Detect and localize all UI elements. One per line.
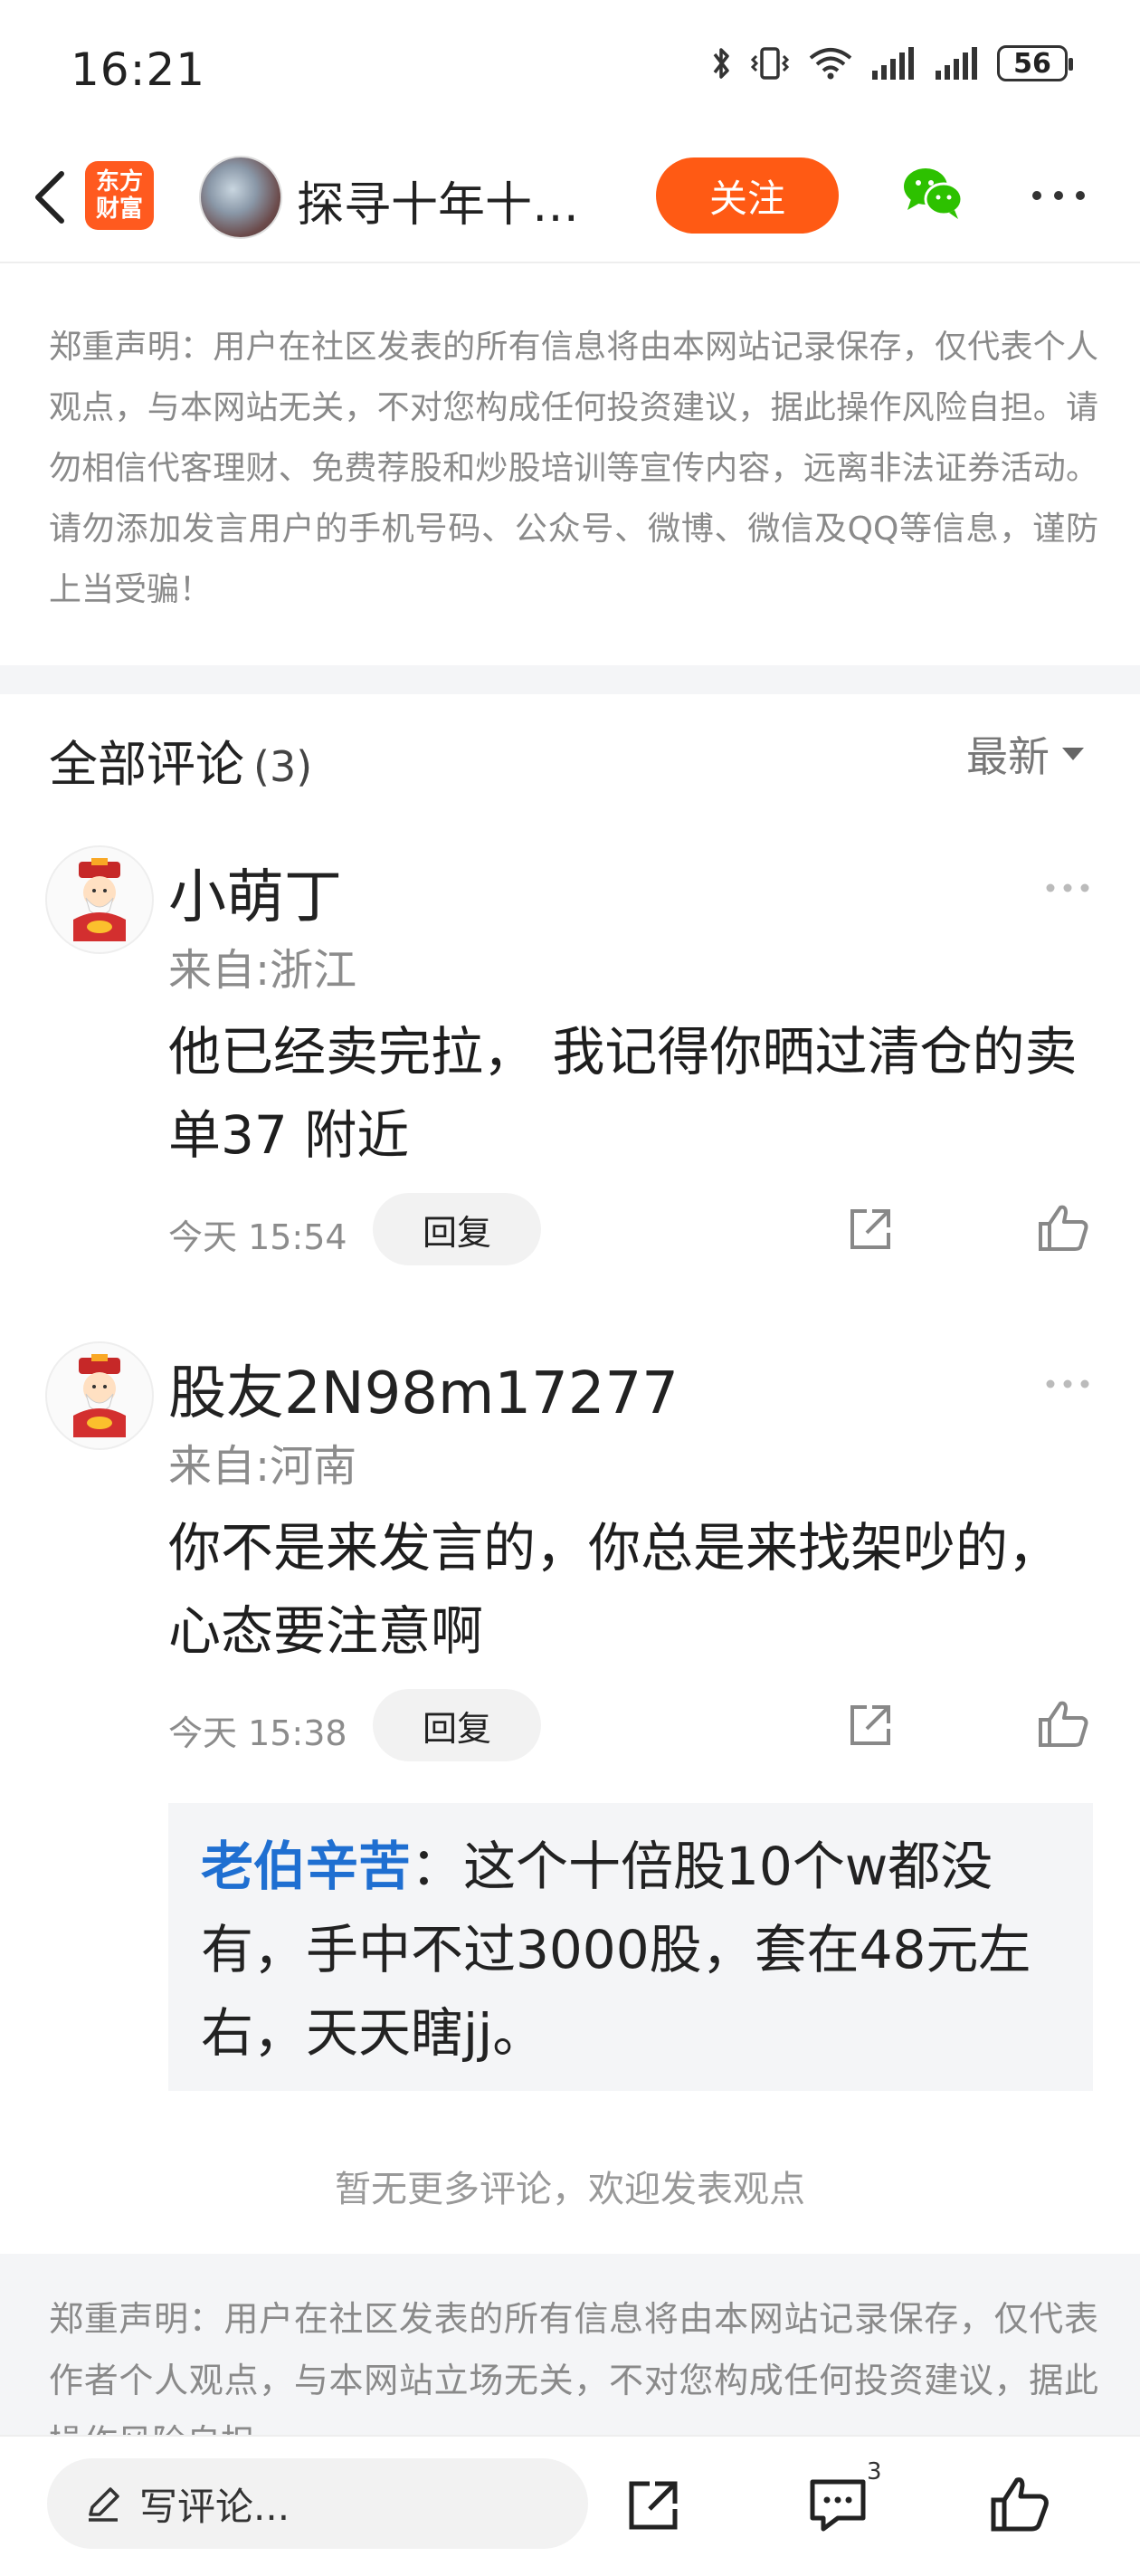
share-icon[interactable] — [845, 1204, 896, 1255]
battery-level: 56 — [1013, 47, 1051, 80]
commenter-avatar[interactable] — [45, 845, 154, 954]
comment-more-icon[interactable] — [1044, 1378, 1091, 1390]
author-avatar[interactable] — [199, 156, 282, 239]
vibrate-icon — [750, 47, 790, 80]
comment-time: 今天 15:54 — [168, 1217, 347, 1257]
like-icon[interactable] — [1037, 1698, 1089, 1749]
signal-icon — [872, 47, 914, 80]
signal-icon — [936, 47, 977, 80]
app-logo: 东方 财富 — [85, 161, 154, 230]
reply-button[interactable]: 回复 — [373, 1689, 541, 1761]
comment-time: 今天 15:38 — [168, 1713, 347, 1753]
like-icon[interactable] — [988, 2473, 1050, 2534]
share-icon[interactable] — [624, 2476, 682, 2534]
comments-title: 全部评论 — [49, 736, 244, 793]
page-title[interactable]: 探寻十年十… — [297, 167, 622, 234]
commenter-location: 来自:河南 — [168, 1441, 357, 1492]
comment-count-badge: 3 — [867, 2458, 882, 2485]
logo-text-line2: 财富 — [95, 196, 143, 223]
wifi-icon — [809, 48, 852, 80]
nested-reply-user[interactable]: 老伯辛苦 — [201, 1836, 411, 1897]
write-comment-placeholder: 写评论... — [139, 2484, 290, 2529]
disclaimer-bottom: 郑重声明：用户在社区发表的所有信息将由本网站记录保存，仅代表作者个人观点，与本网… — [49, 2299, 1098, 2437]
nav-divider — [0, 262, 1140, 263]
commenter-name[interactable]: 小萌丁 — [168, 851, 342, 934]
comment-text: 你不是来发言的，你总是来找架吵的，心态要注意啊 — [168, 1517, 1061, 1662]
fortune-god-avatar-icon — [73, 1354, 126, 1437]
fortune-god-avatar-icon — [73, 858, 126, 941]
logo-text-line1: 东方 — [95, 168, 143, 196]
disclaimer-top: 郑重声明：用户在社区发表的所有信息将由本网站记录保存，仅代表个人观点，与本网站无… — [49, 329, 1098, 608]
write-comment-input[interactable]: 写评论... — [47, 2458, 588, 2549]
bluetooth-icon — [713, 48, 729, 79]
wechat-share-icon[interactable] — [900, 163, 965, 223]
like-icon[interactable] — [1037, 1202, 1089, 1253]
back-arrow-icon[interactable] — [25, 165, 76, 230]
no-more-comments: 暂无更多评论，欢迎发表观点 — [335, 2169, 805, 2210]
caret-down-icon — [1062, 748, 1084, 760]
comment-text: 他已经卖完拉， 我记得你晒过清仓的卖单37 附近 — [168, 1021, 1078, 1166]
comments-header: 全部评论 (3) — [49, 724, 312, 796]
status-time: 16:21 — [71, 43, 206, 96]
sort-label: 最新 — [966, 732, 1050, 781]
sort-dropdown[interactable]: 最新 — [966, 724, 1084, 784]
commenter-name[interactable]: 股友2N98m17277 — [168, 1347, 679, 1430]
nested-reply-content: 老伯辛苦：这个十倍股10个w都没有，手中不过3000股，套在48元左右，天天瞎j… — [201, 1825, 1075, 2075]
more-options-icon[interactable] — [1030, 188, 1088, 203]
follow-button[interactable]: 关注 — [656, 157, 839, 234]
battery-icon: 56 — [997, 45, 1073, 81]
commenter-avatar[interactable] — [45, 1341, 154, 1450]
reply-button[interactable]: 回复 — [373, 1193, 541, 1265]
status-icons: 56 — [711, 45, 1073, 81]
commenter-location: 来自:浙江 — [168, 945, 357, 996]
pen-icon — [89, 2487, 119, 2522]
comments-count: (3) — [253, 742, 313, 791]
comment-more-icon[interactable] — [1044, 882, 1091, 894]
comment-icon[interactable] — [807, 2476, 869, 2534]
share-icon[interactable] — [845, 1700, 896, 1751]
section-divider — [0, 665, 1140, 694]
